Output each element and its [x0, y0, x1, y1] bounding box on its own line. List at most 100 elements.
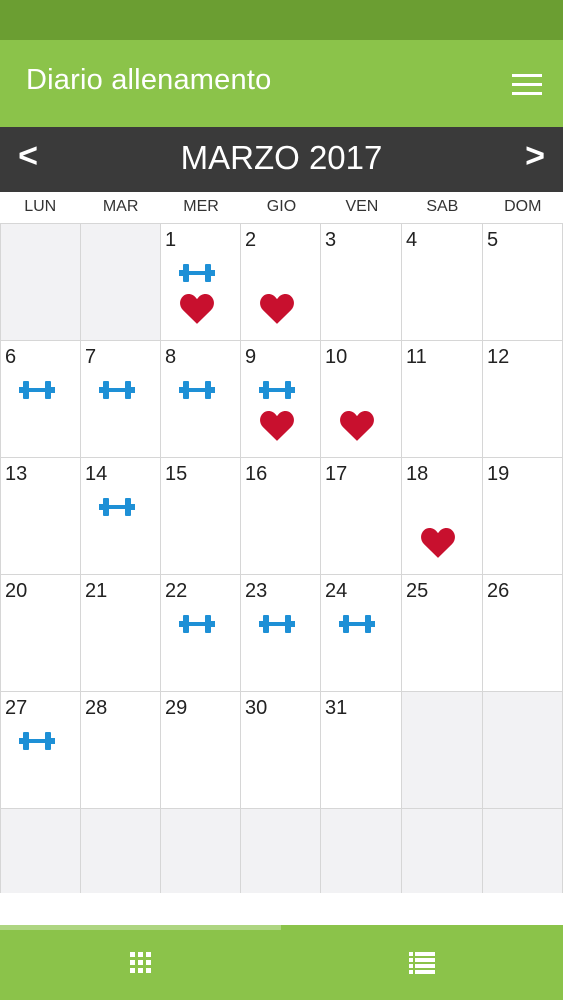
hamburger-menu-icon[interactable]: [509, 66, 545, 102]
calendar-day-6[interactable]: 6: [0, 341, 81, 458]
dumbbell-icon: [19, 379, 55, 401]
day-number: 14: [85, 463, 108, 485]
day-number: 15: [165, 463, 188, 485]
calendar-day-15[interactable]: 15: [161, 458, 241, 575]
day-number: 11: [406, 346, 427, 368]
calendar-empty-cell: [161, 809, 241, 894]
calendar-empty-cell: [81, 224, 161, 341]
calendar-day-27[interactable]: 27: [0, 692, 81, 809]
calendar-day-11[interactable]: 11: [402, 341, 483, 458]
day-number: 13: [5, 463, 28, 485]
day-number: 3: [325, 229, 337, 251]
dumbbell-icon: [19, 730, 55, 752]
day-number: 12: [487, 346, 510, 368]
dumbbell-icon: [179, 262, 215, 284]
dumbbell-icon: [99, 379, 135, 401]
month-title: MARZO 2017: [180, 139, 383, 176]
weekday-label: MER: [183, 198, 219, 215]
calendar-empty-cell: [402, 692, 483, 809]
weekday-label: SAB: [426, 198, 459, 215]
day-number: 4: [406, 229, 418, 251]
list-icon: [408, 951, 435, 974]
calendar-day-28[interactable]: 28: [81, 692, 161, 809]
dumbbell-icon: [339, 613, 375, 635]
day-number: 1: [165, 229, 177, 251]
calendar-grid: 1 2 3 4 5 6 7 8 9 10 11 12 13 14 15 16 17 18 19 20 21 22 23 24 2…: [0, 223, 563, 894]
bottom-spacer: [0, 893, 563, 925]
calendar-day-31[interactable]: 31: [321, 692, 402, 809]
grid-icon: [129, 951, 151, 973]
calendar-day-21[interactable]: 21: [81, 575, 161, 692]
calendar-day-18[interactable]: 18: [402, 458, 483, 575]
day-number: 23: [245, 580, 268, 602]
day-number: 7: [85, 346, 97, 368]
day-number: 30: [245, 697, 268, 719]
calendar-day-1[interactable]: 1: [161, 224, 241, 341]
heart-icon: [260, 411, 294, 441]
calendar-day-23[interactable]: 23: [241, 575, 321, 692]
day-number: 19: [487, 463, 510, 485]
app-bar: Diario allenamento: [0, 40, 563, 127]
dumbbell-icon: [259, 379, 295, 401]
app-title: Diario allenamento: [26, 64, 272, 96]
calendar-day-19[interactable]: 19: [483, 458, 563, 575]
month-navigation-bar: < MARZO 2017 >: [0, 127, 563, 192]
day-number: 5: [487, 229, 499, 251]
heart-icon: [421, 528, 455, 558]
day-number: 29: [165, 697, 188, 719]
calendar-day-8[interactable]: 8: [161, 341, 241, 458]
day-number: 9: [245, 346, 257, 368]
heart-icon: [340, 411, 374, 441]
day-number: 31: [325, 697, 348, 719]
calendar-day-26[interactable]: 26: [483, 575, 563, 692]
calendar-day-29[interactable]: 29: [161, 692, 241, 809]
calendar-day-13[interactable]: 13: [0, 458, 81, 575]
calendar-empty-cell: [0, 224, 81, 341]
day-number: 25: [406, 580, 429, 602]
day-number: 8: [165, 346, 177, 368]
day-number: 22: [165, 580, 188, 602]
calendar-day-5[interactable]: 5: [483, 224, 563, 341]
calendar-day-7[interactable]: 7: [81, 341, 161, 458]
day-number: 6: [5, 346, 17, 368]
weekday-label: MAR: [102, 198, 139, 215]
calendar-day-22[interactable]: 22: [161, 575, 241, 692]
dumbbell-icon: [179, 613, 215, 635]
day-number: 16: [245, 463, 268, 485]
calendar-day-30[interactable]: 30: [241, 692, 321, 809]
dumbbell-icon: [99, 496, 135, 518]
calendar-day-17[interactable]: 17: [321, 458, 402, 575]
tab-calendar[interactable]: [0, 925, 281, 1000]
weekday-label: LUN: [24, 198, 57, 215]
calendar-day-25[interactable]: 25: [402, 575, 483, 692]
calendar-empty-cell: [0, 809, 81, 894]
calendar-day-9[interactable]: 9: [241, 341, 321, 458]
day-number: 26: [487, 580, 510, 602]
day-number: 20: [5, 580, 28, 602]
day-number: 21: [85, 580, 108, 602]
dumbbell-icon: [179, 379, 215, 401]
calendar-day-2[interactable]: 2: [241, 224, 321, 341]
day-number: 24: [325, 580, 348, 602]
calendar-day-14[interactable]: 14: [81, 458, 161, 575]
heart-icon: [260, 294, 294, 324]
status-bar: [0, 0, 563, 40]
next-month-button[interactable]: >: [515, 137, 555, 176]
calendar-day-10[interactable]: 10: [321, 341, 402, 458]
weekday-label: DOM: [504, 198, 542, 215]
weekday-label: VEN: [345, 198, 379, 215]
calendar-day-16[interactable]: 16: [241, 458, 321, 575]
calendar-empty-cell: [81, 809, 161, 894]
tab-list[interactable]: [281, 925, 562, 1000]
calendar-day-4[interactable]: 4: [402, 224, 483, 341]
calendar-day-3[interactable]: 3: [321, 224, 402, 341]
calendar-empty-cell: [402, 809, 483, 894]
calendar-day-12[interactable]: 12: [483, 341, 563, 458]
day-number: 18: [406, 463, 429, 485]
day-number: 2: [245, 229, 257, 251]
dumbbell-icon: [259, 613, 295, 635]
calendar-day-24[interactable]: 24: [321, 575, 402, 692]
day-number: 17: [325, 463, 348, 485]
calendar-day-20[interactable]: 20: [0, 575, 81, 692]
day-number: 10: [325, 346, 348, 368]
